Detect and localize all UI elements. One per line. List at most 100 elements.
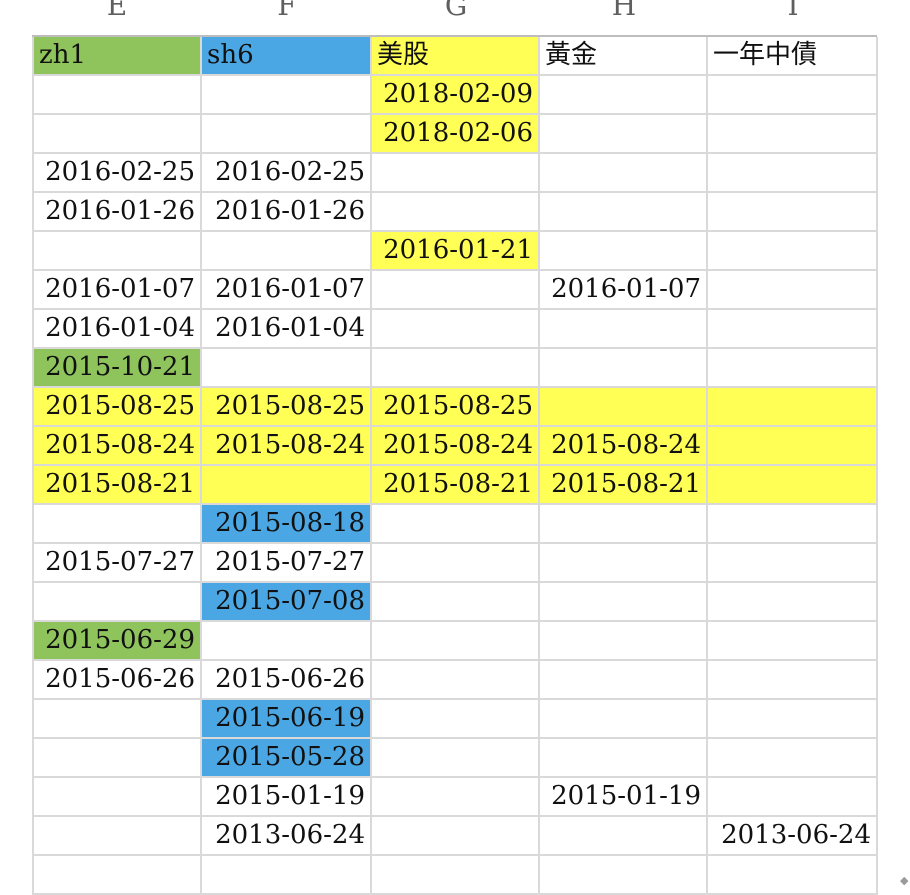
table-cell[interactable]: [372, 817, 540, 856]
table-cell[interactable]: [202, 622, 372, 661]
column-header-h[interactable]: H: [540, 0, 708, 35]
table-cell[interactable]: [372, 544, 540, 583]
table-cell[interactable]: [202, 115, 372, 154]
table-cell[interactable]: [372, 661, 540, 700]
table-cell[interactable]: [540, 388, 708, 427]
table-cell[interactable]: 2015-07-27: [32, 544, 202, 583]
table-cell[interactable]: 2016-01-26: [32, 193, 202, 232]
table-cell[interactable]: [32, 76, 202, 115]
table-cell[interactable]: [540, 739, 708, 778]
table-cell[interactable]: [708, 505, 878, 544]
header-cell[interactable]: 黃金: [540, 37, 708, 76]
table-cell[interactable]: [372, 349, 540, 388]
table-cell[interactable]: [372, 778, 540, 817]
table-cell[interactable]: [372, 856, 540, 895]
table-cell[interactable]: [708, 700, 878, 739]
table-cell[interactable]: [540, 622, 708, 661]
table-cell[interactable]: 2015-08-25: [202, 388, 372, 427]
table-cell[interactable]: [708, 310, 878, 349]
column-header-i[interactable]: I: [708, 0, 878, 35]
table-cell[interactable]: [708, 856, 878, 895]
table-cell[interactable]: [540, 232, 708, 271]
table-cell[interactable]: [708, 427, 878, 466]
table-cell[interactable]: [202, 232, 372, 271]
table-cell[interactable]: [708, 622, 878, 661]
table-cell[interactable]: [708, 271, 878, 310]
header-cell[interactable]: 一年中債: [708, 37, 878, 76]
table-cell[interactable]: [540, 583, 708, 622]
column-header-f[interactable]: F: [202, 0, 372, 35]
table-cell[interactable]: [708, 388, 878, 427]
table-cell[interactable]: 2015-08-24: [372, 427, 540, 466]
table-cell[interactable]: 2015-06-29: [32, 622, 202, 661]
table-cell[interactable]: [32, 115, 202, 154]
resize-grip-icon[interactable]: ◆: [900, 874, 908, 887]
table-cell[interactable]: 2016-01-07: [32, 271, 202, 310]
table-cell[interactable]: 2013-06-24: [202, 817, 372, 856]
table-cell[interactable]: [372, 622, 540, 661]
table-cell[interactable]: [708, 349, 878, 388]
table-cell[interactable]: [32, 232, 202, 271]
table-cell[interactable]: [708, 739, 878, 778]
table-cell[interactable]: 2016-01-07: [540, 271, 708, 310]
table-cell[interactable]: 2015-08-21: [372, 466, 540, 505]
table-cell[interactable]: [32, 778, 202, 817]
table-cell[interactable]: [202, 856, 372, 895]
table-cell[interactable]: [708, 193, 878, 232]
table-cell[interactable]: [540, 349, 708, 388]
header-cell[interactable]: zh1: [32, 37, 202, 76]
table-cell[interactable]: [202, 466, 372, 505]
table-cell[interactable]: [202, 349, 372, 388]
table-cell[interactable]: [32, 817, 202, 856]
table-cell[interactable]: [32, 856, 202, 895]
table-cell[interactable]: [372, 583, 540, 622]
table-cell[interactable]: [708, 544, 878, 583]
table-cell[interactable]: 2016-01-04: [32, 310, 202, 349]
table-cell[interactable]: [372, 739, 540, 778]
table-cell[interactable]: 2016-01-07: [202, 271, 372, 310]
column-header-e[interactable]: E: [32, 0, 202, 35]
table-cell[interactable]: [372, 193, 540, 232]
table-cell[interactable]: 2015-08-21: [540, 466, 708, 505]
table-cell[interactable]: 2015-08-18: [202, 505, 372, 544]
table-cell[interactable]: 2015-06-26: [202, 661, 372, 700]
table-cell[interactable]: [540, 154, 708, 193]
table-cell[interactable]: 2015-08-24: [540, 427, 708, 466]
column-header-g[interactable]: G: [372, 0, 540, 35]
table-cell[interactable]: [540, 193, 708, 232]
table-cell[interactable]: 2016-01-04: [202, 310, 372, 349]
table-cell[interactable]: [32, 739, 202, 778]
table-cell[interactable]: [32, 583, 202, 622]
table-cell[interactable]: 2016-01-26: [202, 193, 372, 232]
table-cell[interactable]: [372, 700, 540, 739]
table-cell[interactable]: 2018-02-06: [372, 115, 540, 154]
table-cell[interactable]: [372, 505, 540, 544]
table-cell[interactable]: [540, 700, 708, 739]
table-cell[interactable]: [32, 505, 202, 544]
table-cell[interactable]: 2015-01-19: [202, 778, 372, 817]
table-cell[interactable]: 2013-06-24: [708, 817, 878, 856]
table-cell[interactable]: [540, 76, 708, 115]
table-cell[interactable]: [540, 115, 708, 154]
table-cell[interactable]: [372, 154, 540, 193]
table-cell[interactable]: 2016-02-25: [202, 154, 372, 193]
table-cell[interactable]: [540, 505, 708, 544]
table-cell[interactable]: 2015-08-24: [202, 427, 372, 466]
table-cell[interactable]: 2015-01-19: [540, 778, 708, 817]
table-cell[interactable]: 2015-07-27: [202, 544, 372, 583]
table-cell[interactable]: [708, 115, 878, 154]
table-cell[interactable]: [372, 310, 540, 349]
table-cell[interactable]: 2016-01-21: [372, 232, 540, 271]
table-cell[interactable]: [708, 232, 878, 271]
table-cell[interactable]: 2015-07-08: [202, 583, 372, 622]
table-cell[interactable]: [540, 856, 708, 895]
table-cell[interactable]: 2015-08-24: [32, 427, 202, 466]
table-cell[interactable]: 2015-08-25: [32, 388, 202, 427]
header-cell[interactable]: sh6: [202, 37, 372, 76]
table-cell[interactable]: 2015-08-25: [372, 388, 540, 427]
table-cell[interactable]: [32, 700, 202, 739]
table-cell[interactable]: [708, 778, 878, 817]
table-cell[interactable]: 2016-02-25: [32, 154, 202, 193]
table-cell[interactable]: 2015-08-21: [32, 466, 202, 505]
table-cell[interactable]: [708, 154, 878, 193]
